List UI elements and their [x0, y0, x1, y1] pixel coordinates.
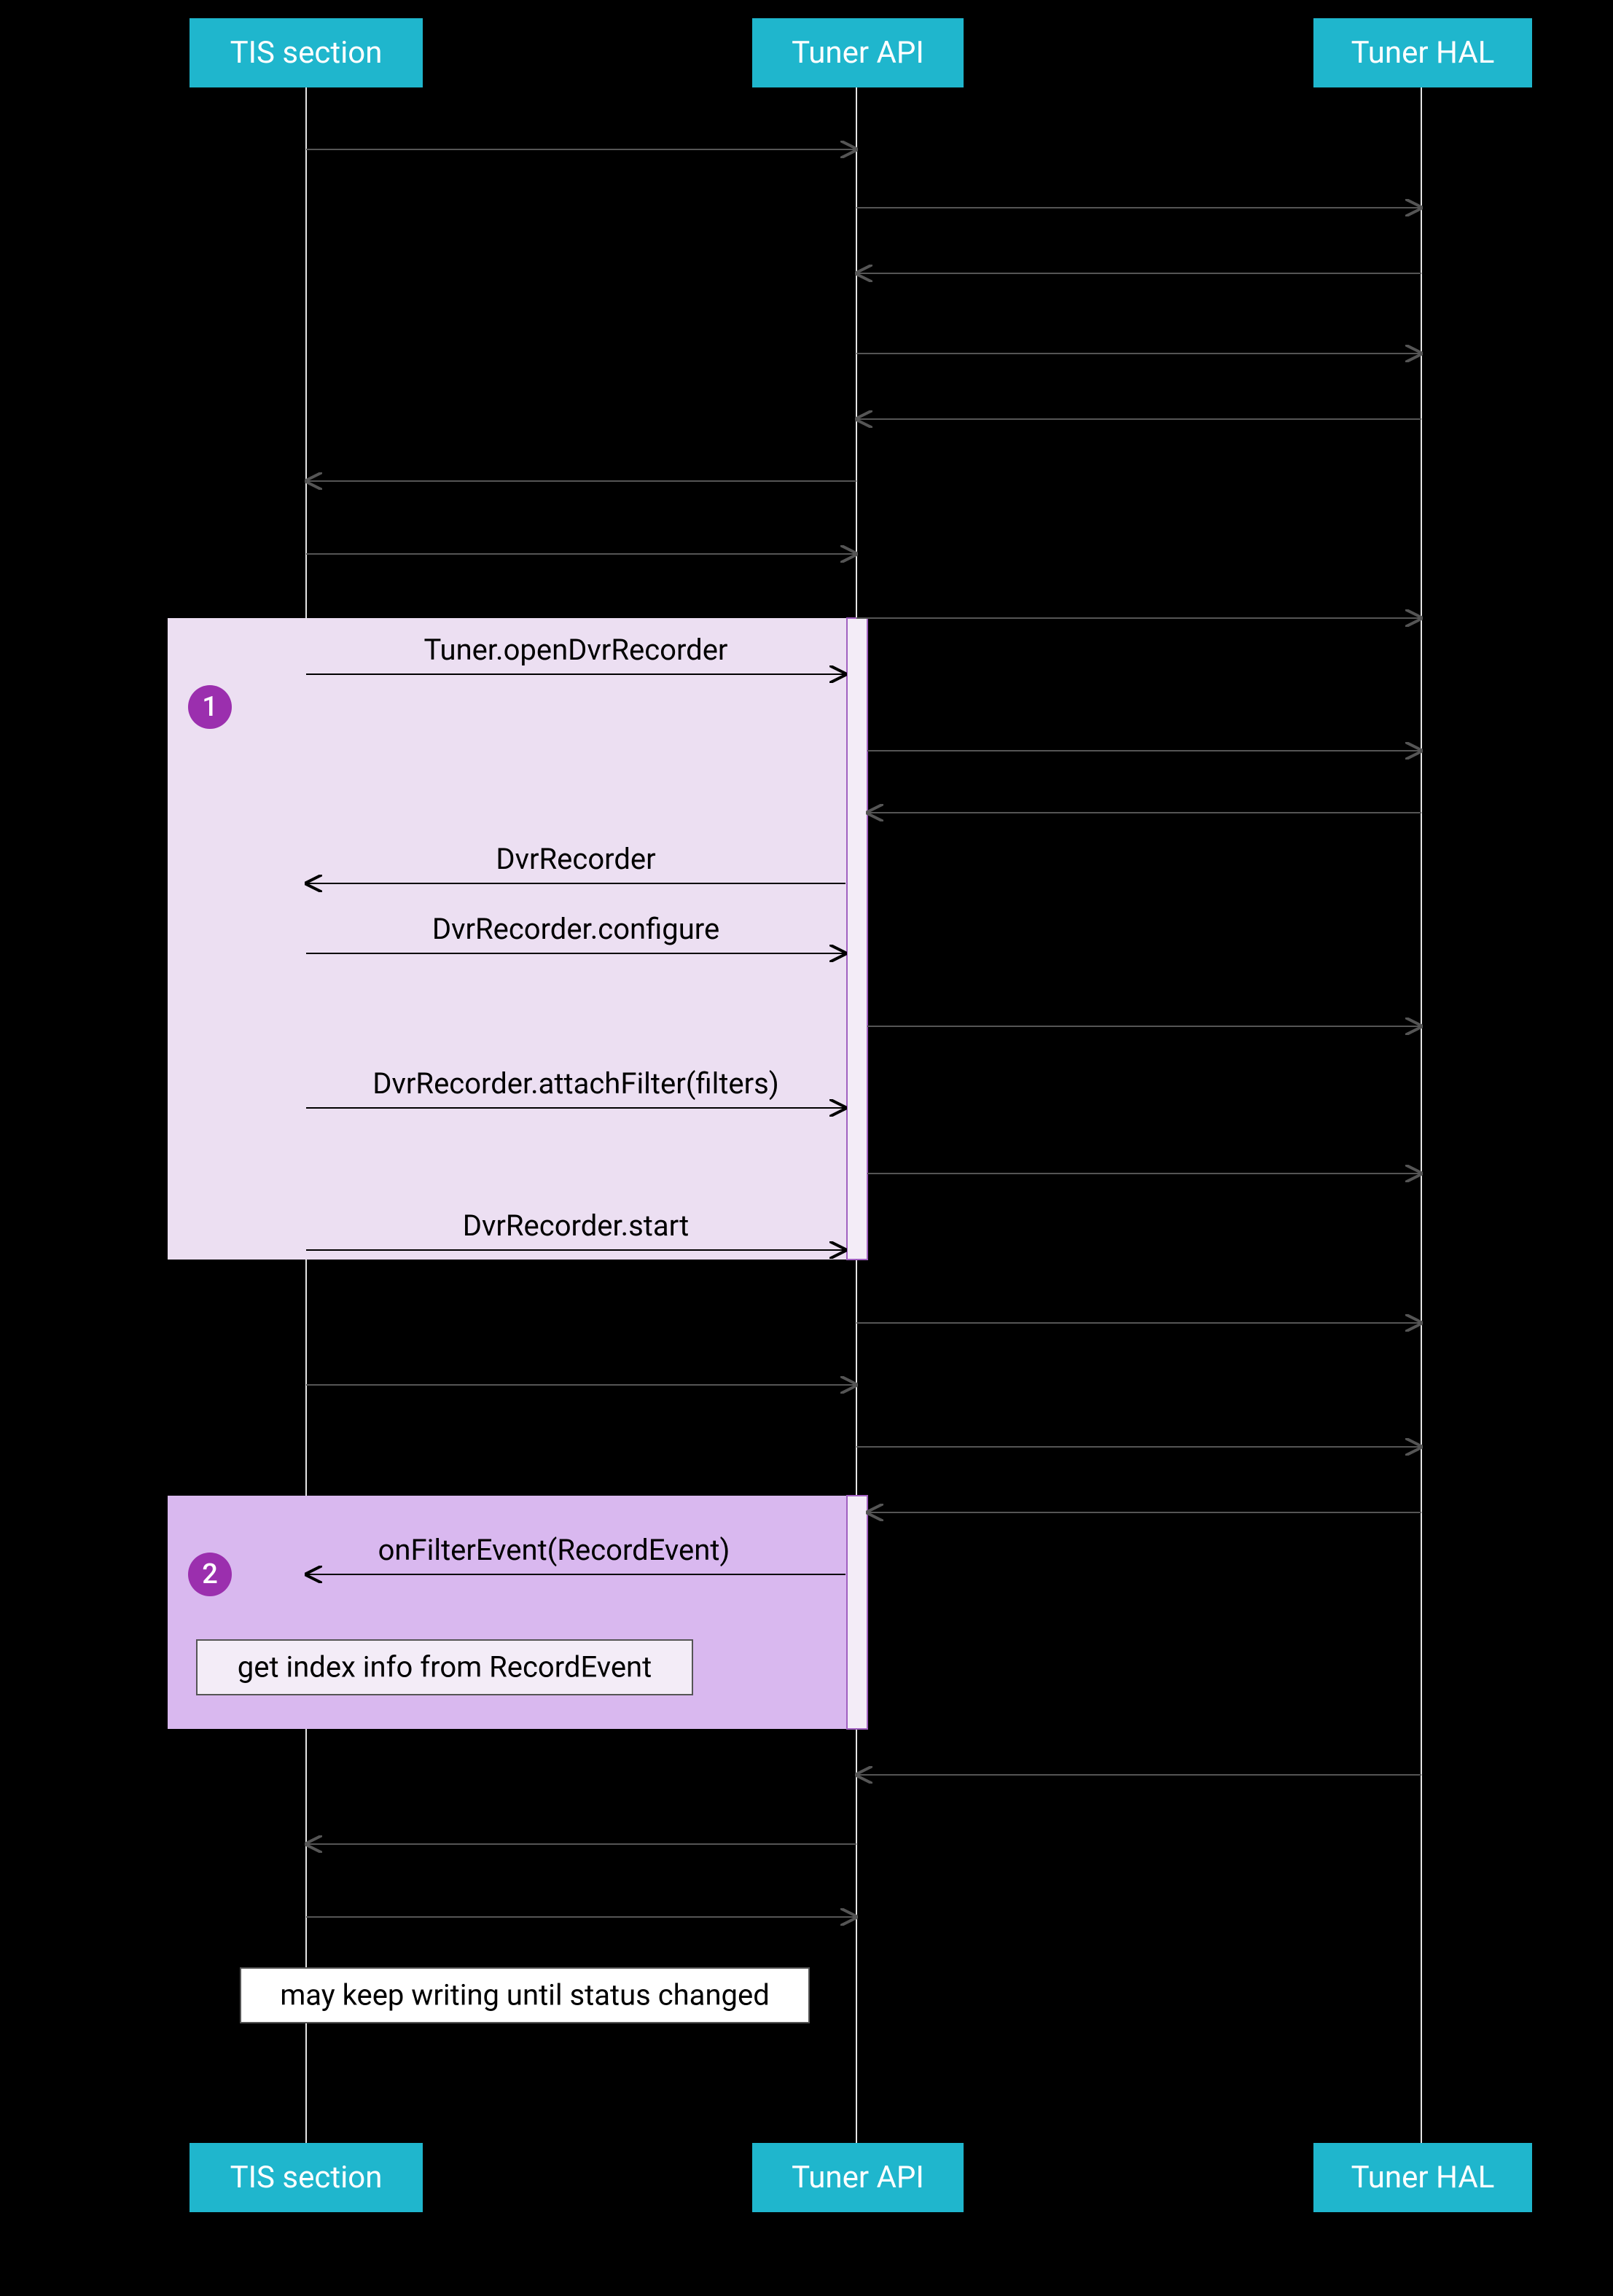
- badge-2-text: 2: [202, 1558, 218, 1590]
- msg-attach-label: DvrRecorder.attachFilter(filters): [372, 1066, 779, 1101]
- note-index-info: get index info from RecordEvent: [238, 1650, 652, 1684]
- msg-open-dvr-label: Tuner.openDvrRecorder: [424, 633, 728, 667]
- actor-tis-top-label: TIS section: [230, 35, 383, 71]
- msg-on-filter-event-label: onFilterEvent(RecordEvent): [378, 1533, 730, 1567]
- activation-api-frag2: [847, 1496, 867, 1729]
- note-keep-writing: may keep writing until status changed: [280, 1978, 770, 2012]
- msg-start-label: DvrRecorder.start: [463, 1208, 690, 1243]
- actor-tis-bottom-label: TIS section: [230, 2160, 383, 2195]
- activation-api-frag1: [847, 618, 867, 1260]
- msg-dvr-recorder-label: DvrRecorder: [496, 842, 655, 876]
- actor-api-top-label: Tuner API: [792, 35, 924, 71]
- actor-hal-top-label: Tuner HAL: [1351, 35, 1495, 71]
- msg-configure-label: DvrRecorder.configure: [432, 912, 719, 946]
- sequence-diagram: 1 2 Tuner.openDvrRecorder DvrRecorder Dv…: [0, 0, 1613, 2296]
- badge-1-text: 1: [202, 691, 218, 723]
- actor-api-bottom-label: Tuner API: [792, 2160, 924, 2195]
- actor-hal-bottom-label: Tuner HAL: [1351, 2160, 1495, 2195]
